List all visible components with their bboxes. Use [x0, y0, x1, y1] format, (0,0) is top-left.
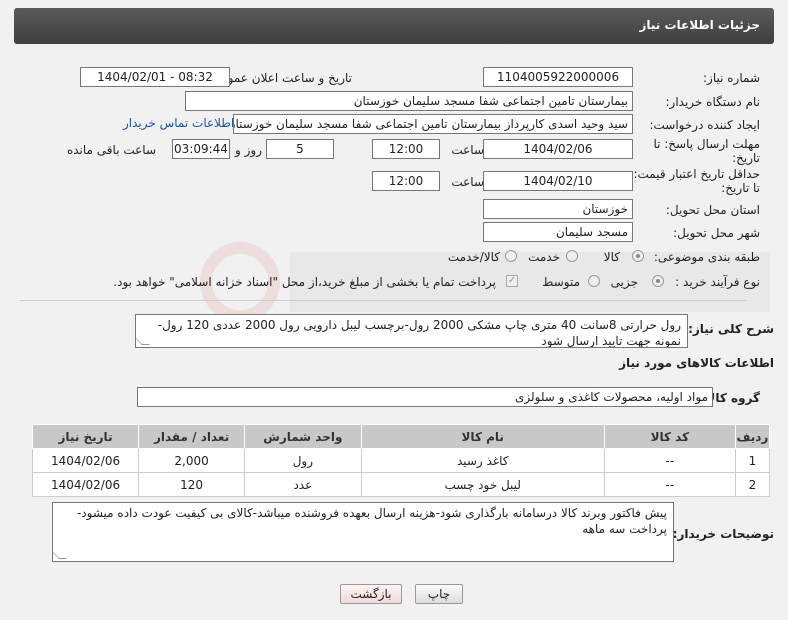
category-service-radio[interactable] — [566, 250, 578, 262]
province-field: خوزستان — [483, 199, 633, 219]
need-number-field: 1104005922000006 — [483, 67, 633, 87]
province-label: استان محل تحویل: — [665, 203, 760, 217]
days-field: 5 — [266, 139, 334, 159]
buyer-notes-textarea: پیش فاکتور وبرند کالا درسامانه بارگذاری … — [52, 502, 674, 562]
process-medium-radio[interactable] — [588, 275, 600, 287]
table-row: 2 -- لیبل خود چسب عدد 120 1404/02/06 — [31, 472, 771, 497]
need-number-label: شماره نیاز: — [703, 71, 760, 85]
process-partial-radio[interactable] — [652, 275, 664, 287]
category-goods-label: کالا — [603, 250, 620, 264]
cell-code: -- — [603, 472, 736, 497]
summary-text: رول حرارتی 8سانت 40 متری چاپ مشکی 2000 ر… — [157, 318, 681, 348]
reply-deadline-label-2: تاریخ: — [732, 151, 760, 165]
reply-deadline-label: مهلت ارسال پاسخ: تا — [653, 137, 760, 151]
col-header-date: تاریخ نیاز — [31, 424, 140, 449]
process-label: نوع فرآیند خرید : — [675, 275, 760, 289]
price-time-field: 12:00 — [372, 171, 440, 191]
category-both-label: کالا/خدمت — [447, 250, 500, 264]
table-row: 1 -- کاغذ رسید رول 2,000 1404/02/06 — [31, 448, 771, 473]
resize-grip-icon[interactable] — [136, 337, 150, 345]
cell-qty: 2,000 — [138, 448, 246, 473]
reply-date-field: 1404/02/06 — [483, 139, 633, 159]
city-field: مسجد سلیمان — [483, 222, 633, 242]
page-header: جزئیات اطلاعات نیاز — [14, 8, 774, 44]
cell-date: 1404/02/06 — [31, 472, 140, 497]
cell-unit: عدد — [244, 472, 362, 497]
print-button[interactable]: چاپ — [415, 584, 463, 604]
cell-qty: 120 — [138, 472, 246, 497]
category-goods-radio[interactable] — [632, 250, 644, 262]
buyer-org-field: بیمارستان تامین اجتماعی شفا مسجد سلیمان … — [185, 91, 633, 111]
days-label: روز و — [235, 143, 262, 157]
table-header-row: ردیف کد کالا نام کالا واحد شمارش تعداد /… — [31, 424, 771, 449]
price-validity-label: حداقل تاریخ اعتبار قیمت: — [633, 167, 760, 181]
cell-name: لیبل خود چسب — [360, 472, 605, 497]
buyer-org-label: نام دستگاه خریدار: — [665, 95, 761, 109]
col-header-name: نام کالا — [360, 424, 605, 449]
back-button[interactable]: بازگشت — [340, 584, 402, 604]
process-medium-label: متوسط — [542, 275, 580, 289]
buyer-contact-link[interactable]: اطلاعات تماس خریدار — [123, 116, 234, 130]
buyer-notes-text: پیش فاکتور وبرند کالا درسامانه بارگذاری … — [76, 506, 667, 536]
treasury-checkbox[interactable]: ✓ — [506, 275, 518, 287]
page-title: جزئیات اطلاعات نیاز — [639, 18, 760, 32]
remaining-time-field: 03:09:44 — [172, 139, 230, 159]
category-both-radio[interactable] — [505, 250, 517, 262]
goods-group-field: مواد اولیه، محصولات کاغذی و سلولزی — [137, 387, 713, 407]
col-header-row: ردیف — [734, 424, 771, 449]
announce-field: 1404/02/01 - 08:32 — [80, 67, 230, 87]
cell-name: کاغذ رسید — [360, 448, 605, 473]
creator-field: سید وحید اسدی کارپرداز بیمارستان تامین ا… — [233, 114, 633, 134]
summary-textarea: رول حرارتی 8سانت 40 متری چاپ مشکی 2000 ر… — [135, 314, 688, 348]
process-partial-label: جزیی — [610, 275, 638, 289]
goods-info-title: اطلاعات کالاهای مورد نیاز — [619, 356, 774, 370]
price-validity-label-2: تا تاریخ: — [721, 181, 760, 195]
price-date-field: 1404/02/10 — [483, 171, 633, 191]
col-header-code: کد کالا — [603, 424, 736, 449]
summary-label: شرح کلی نیاز: — [688, 322, 774, 336]
divider — [20, 300, 746, 301]
cell-row: 2 — [734, 472, 771, 497]
creator-label: ایجاد کننده درخواست: — [649, 118, 760, 132]
col-header-qty: تعداد / مقدار — [138, 424, 246, 449]
cell-code: -- — [603, 448, 736, 473]
cell-row: 1 — [734, 448, 771, 473]
cell-unit: رول — [244, 448, 362, 473]
remaining-label: ساعت باقی مانده — [66, 143, 156, 157]
goods-table: ردیف کد کالا نام کالا واحد شمارش تعداد /… — [31, 424, 771, 497]
payment-note: پرداخت تمام یا بخشی از مبلغ خرید،از محل … — [113, 275, 496, 289]
cell-date: 1404/02/06 — [31, 448, 140, 473]
page-frame: جزئیات اطلاعات نیاز شماره نیاز: 11040059… — [0, 0, 788, 620]
category-label: طبقه بندی موضوعی: — [653, 250, 760, 264]
reply-time-field: 12:00 — [372, 139, 440, 159]
price-time-label: ساعت — [451, 175, 484, 189]
buyer-notes-label: توضیحات خریدار: — [672, 527, 774, 541]
category-service-label: خدمت — [528, 250, 560, 264]
city-label: شهر محل تحویل: — [673, 226, 760, 240]
col-header-unit: واحد شمارش — [244, 424, 362, 449]
reply-time-label: ساعت — [451, 143, 484, 157]
resize-grip-icon[interactable] — [53, 551, 67, 559]
